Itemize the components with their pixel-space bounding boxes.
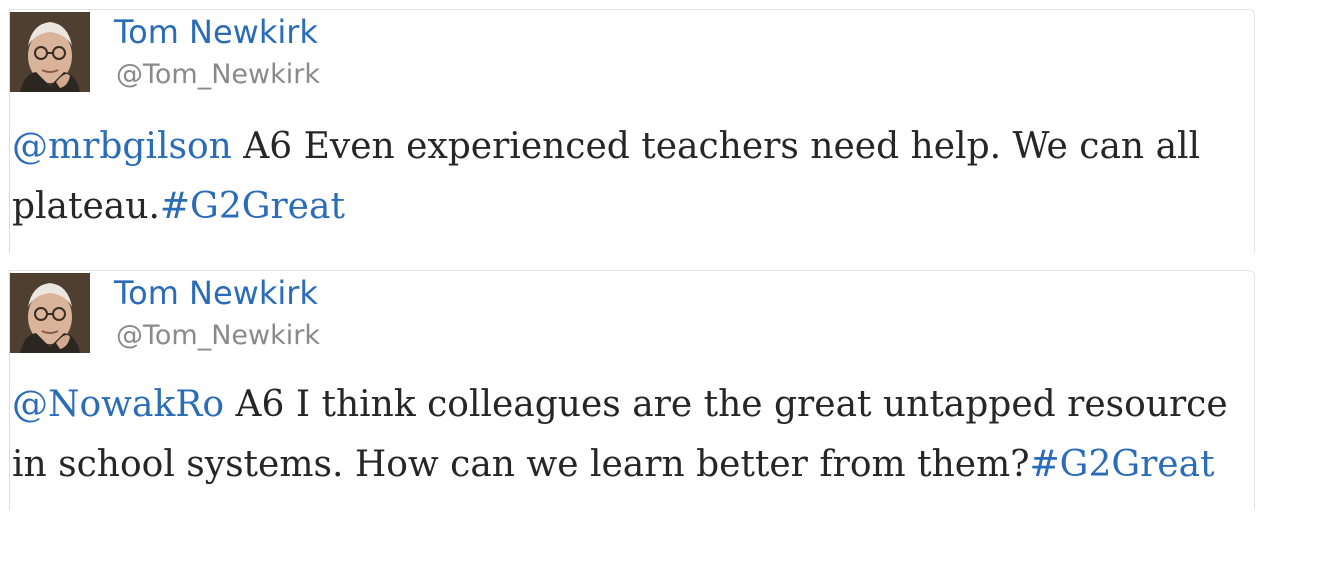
hashtag-link[interactable]: #G2Great — [1030, 444, 1215, 485]
author-handle[interactable]: @Tom_Newkirk — [116, 319, 320, 353]
avatar[interactable] — [10, 273, 90, 353]
mention-link[interactable]: @mrbgilson — [12, 126, 232, 167]
tweet-text: @NowakRo A6 I think colleagues are the g… — [12, 375, 1232, 495]
author-name[interactable]: Tom Newkirk — [114, 273, 318, 313]
mention-link[interactable]: @NowakRo — [12, 384, 224, 425]
avatar[interactable] — [10, 12, 90, 92]
hashtag-link[interactable]: #G2Great — [160, 186, 345, 227]
tweet-card: Tom Newkirk @Tom_Newkirk @mrbgilson A6 E… — [9, 9, 1255, 253]
author-name[interactable]: Tom Newkirk — [114, 12, 318, 52]
profile-photo-icon — [10, 12, 90, 92]
author-handle[interactable]: @Tom_Newkirk — [116, 58, 320, 92]
tweet-text: @mrbgilson A6 Even experienced teachers … — [12, 117, 1232, 237]
tweet-card: Tom Newkirk @Tom_Newkirk @NowakRo A6 I t… — [9, 270, 1255, 510]
profile-photo-icon — [10, 273, 90, 353]
